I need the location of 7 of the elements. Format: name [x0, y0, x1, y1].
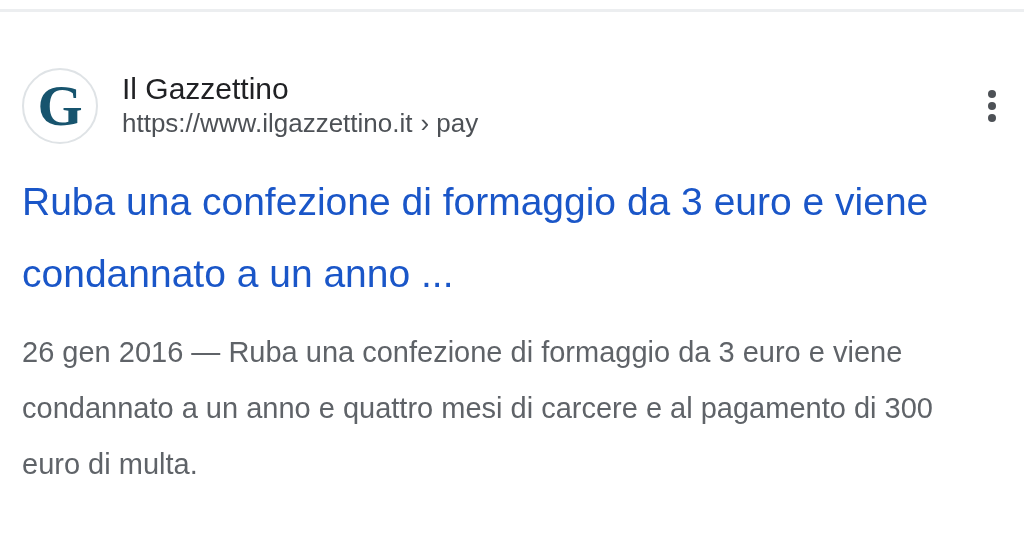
- result-title-link[interactable]: Ruba una confezione di formaggio da 3 euro e viene condannato a un anno ...: [22, 166, 982, 310]
- more-options-icon[interactable]: [986, 89, 998, 123]
- site-logo: G: [22, 68, 98, 144]
- result-url: https://www.ilgazzettino.it: [122, 107, 413, 141]
- site-name: Il Gazzettino: [122, 71, 290, 108]
- breadcrumb: › pay: [420, 107, 479, 141]
- result-snippet: 26 gen 2016 — Ruba una confezione di formaggio da 3 euro e viene condannato a un anno e quattro mesi di carcere e al pagamento di 300 euro di multa.: [22, 335, 934, 482]
